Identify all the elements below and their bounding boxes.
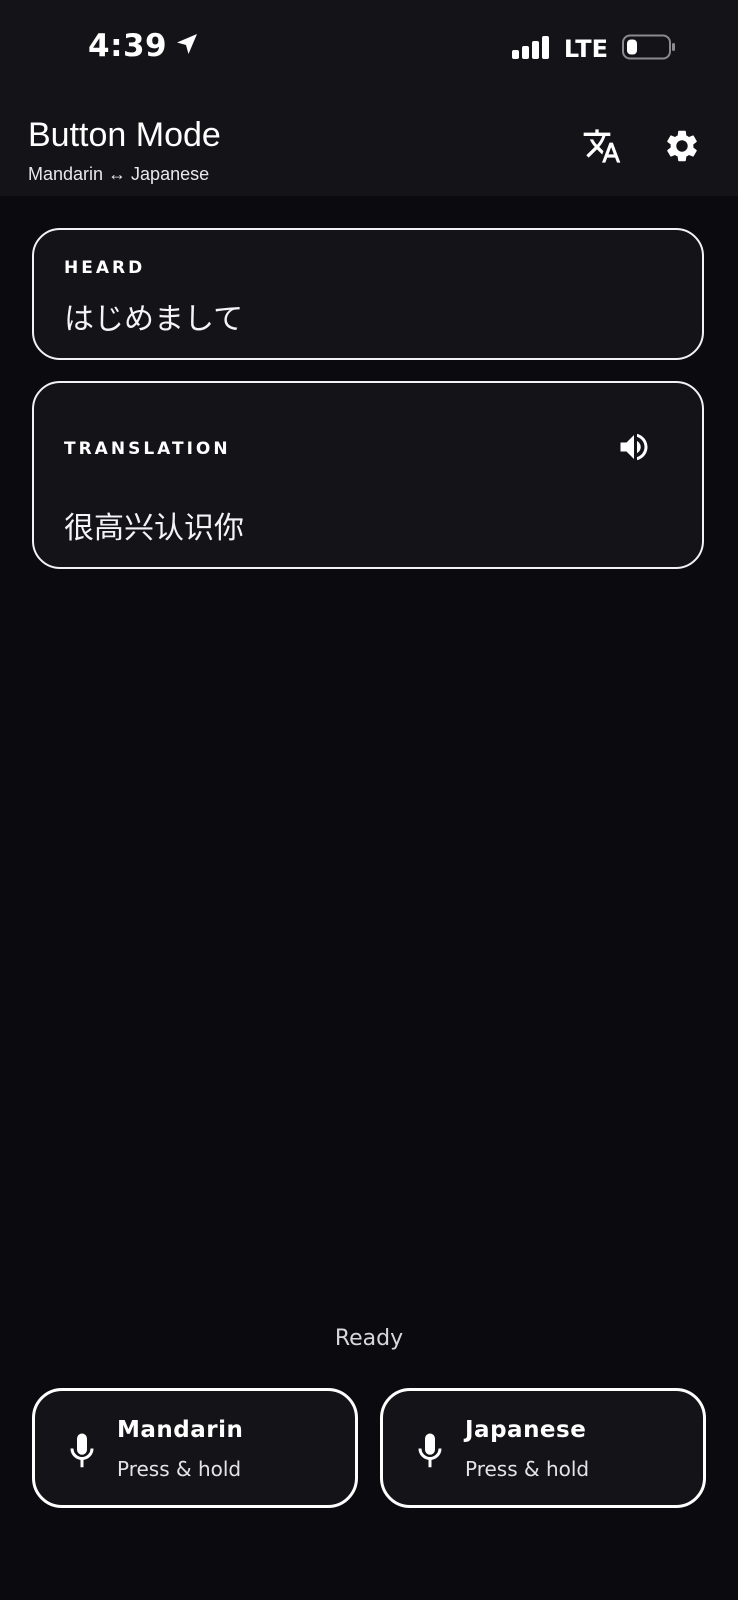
mandarin-press-button[interactable]: Mandarin Press & hold [32, 1388, 358, 1508]
heard-label: HEARD [64, 258, 146, 278]
status-indicators: LTE [511, 34, 676, 64]
battery-icon [622, 34, 676, 64]
gear-icon [663, 127, 701, 169]
mandarin-button-hint: Press & hold [117, 1457, 242, 1481]
page-title: Button Mode [28, 116, 221, 154]
heard-text: はじめまして [64, 302, 244, 337]
microphone-icon [415, 1431, 445, 1471]
translation-label: TRANSLATION [64, 439, 231, 459]
japanese-press-button[interactable]: Japanese Press & hold [380, 1388, 706, 1508]
app-screen: 4:39 LTE Button Mode Mandarin ↔ Japanese… [0, 0, 738, 1600]
status-text: Ready [334, 1326, 404, 1351]
mandarin-button-label: Mandarin [117, 1417, 244, 1443]
microphone-icon [67, 1431, 97, 1471]
speaker-icon [616, 429, 652, 469]
translation-text: 很高兴认识你 [64, 511, 244, 546]
status-bar: 4:39 LTE [0, 0, 738, 100]
language-pair-subtitle: Mandarin ↔ Japanese [28, 164, 210, 184]
japanese-button-label: Japanese [465, 1417, 587, 1443]
japanese-button-hint: Press & hold [465, 1457, 590, 1481]
status-time: 4:39 [88, 28, 168, 64]
location-arrow-icon [175, 28, 199, 64]
heard-card: HEARD はじめまして [32, 228, 704, 360]
settings-button[interactable] [660, 126, 704, 170]
translate-button[interactable] [580, 126, 624, 170]
translation-card: TRANSLATION 很高兴认识你 [32, 381, 704, 569]
play-translation-button[interactable] [614, 429, 654, 469]
status-time-group: 4:39 [88, 28, 199, 64]
translate-icon [582, 126, 622, 170]
network-type: LTE [563, 35, 608, 63]
cellular-signal-icon [511, 35, 550, 63]
app-header: Button Mode Mandarin ↔ Japanese [0, 100, 738, 196]
